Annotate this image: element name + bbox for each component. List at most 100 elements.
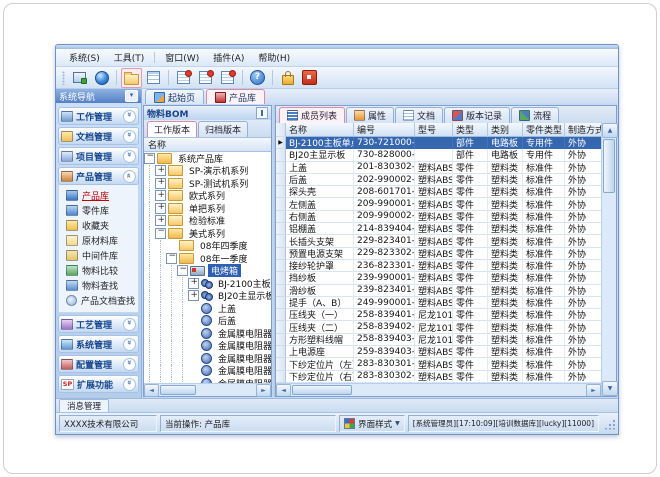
tree-node-17[interactable]: 金属膜电阻器 bbox=[144, 365, 271, 378]
column-header-2[interactable]: 型号 bbox=[415, 123, 453, 137]
table-row[interactable]: 压线夹（二）258-839402-00X尼龙1010零件塑料类标准件外协条 bbox=[276, 321, 601, 333]
expander-minus-icon[interactable] bbox=[155, 228, 166, 239]
expander-plus-icon[interactable] bbox=[155, 203, 166, 214]
expander-plus-icon[interactable] bbox=[188, 290, 199, 301]
tree-node-5[interactable]: 检验标准 bbox=[144, 215, 271, 228]
table-row[interactable]: 铝棚盖214-839404-01X塑料ABS零件塑料类标准件外协条 bbox=[276, 223, 601, 235]
tree-node-15[interactable]: 金属膜电阻器 bbox=[144, 340, 271, 353]
tree-node-3[interactable]: 欧式系列 bbox=[144, 190, 271, 203]
table-row[interactable]: 左侧盖209-990001-01X塑料ABS零件塑料类标准件外协条 bbox=[276, 198, 601, 210]
column-header-3[interactable]: 类型 bbox=[453, 123, 488, 137]
tree-node-2[interactable]: SP-测试机系列 bbox=[144, 177, 271, 190]
expander-minus-icon[interactable] bbox=[177, 265, 188, 276]
scroll-down-icon[interactable]: ▼ bbox=[602, 381, 618, 396]
table-row[interactable]: 上盖201-830302-00X塑料ABS零件塑料类标准件外协条 bbox=[276, 162, 601, 174]
scroll-right-icon[interactable]: ► bbox=[256, 384, 271, 397]
tree-hscroll-thumb[interactable] bbox=[160, 385, 196, 395]
toolbar-button-new-part-icon[interactable] bbox=[195, 68, 216, 88]
table-row[interactable]: BJ20主显示板730-828000-04X部件电路板专用件外协颗 bbox=[276, 149, 601, 161]
sidebar-group-5[interactable]: 系统管理 bbox=[58, 335, 139, 353]
menu-item-2[interactable]: 窗口(W) bbox=[158, 49, 206, 66]
detail-tab-2[interactable]: 文档 bbox=[395, 107, 443, 123]
scroll-up-icon[interactable]: ▲ bbox=[602, 123, 618, 138]
toolbar-button-new-product-icon[interactable] bbox=[173, 68, 194, 88]
table-row[interactable]: 探头壳208-601701-01X塑料ABS零件塑料类标准件外协条 bbox=[276, 186, 601, 198]
sidebar-item-2[interactable]: 收藏夹 bbox=[59, 218, 138, 233]
chevron-down-icon[interactable] bbox=[123, 338, 136, 351]
sidebar-item-5[interactable]: 物料比较 bbox=[59, 263, 138, 278]
message-tab[interactable]: 消息管理 bbox=[59, 399, 109, 412]
chevron-down-icon[interactable] bbox=[123, 130, 136, 143]
tree-node-7[interactable]: 08年四季度 bbox=[144, 240, 271, 253]
tree-node-13[interactable]: 后盖 bbox=[144, 315, 271, 328]
expander-plus-icon[interactable] bbox=[155, 165, 166, 176]
sidebar-item-0[interactable]: 产品库 bbox=[59, 188, 138, 203]
tree-column-header[interactable]: 名称 bbox=[144, 137, 271, 152]
toolbar-button-workspace-icon[interactable] bbox=[69, 68, 90, 88]
table-row[interactable]: 滑纱板239-823401-00X塑料ABS零件塑料类标准件外协条 bbox=[276, 285, 601, 297]
table-row[interactable]: 挡纱板239-990001-01X塑料ABS零件塑料类标准件外协条 bbox=[276, 272, 601, 284]
toolbar-button-help-icon[interactable] bbox=[247, 68, 268, 88]
menu-item-3[interactable]: 插件(A) bbox=[206, 49, 251, 66]
scroll-left-icon[interactable]: ◄ bbox=[144, 384, 159, 397]
tree-node-6[interactable]: 美式系列 bbox=[144, 227, 271, 240]
column-header-6[interactable]: 制造方式 bbox=[565, 123, 601, 137]
table-row[interactable]: 接纱轮护罩236-823301-00X塑料ABS零件塑料类标准件外协条 bbox=[276, 260, 601, 272]
detail-tab-3[interactable]: 版本记录 bbox=[444, 107, 510, 123]
doc-tab-0[interactable]: 起始页 bbox=[145, 89, 204, 104]
menu-item-4[interactable]: 帮助(H) bbox=[251, 49, 297, 66]
sidebar-group-6[interactable]: 配置管理 bbox=[58, 355, 139, 373]
sidebar-item-7[interactable]: 产品文档查找 bbox=[59, 293, 138, 308]
expander-plus-icon[interactable] bbox=[188, 278, 199, 289]
detail-tab-4[interactable]: 流程 bbox=[511, 107, 559, 123]
sidebar-group-1[interactable]: 文档管理 bbox=[58, 127, 139, 145]
tree-node-12[interactable]: 上盖 bbox=[144, 302, 271, 315]
column-header-1[interactable]: 编号 bbox=[354, 123, 415, 137]
menu-item-0[interactable]: 系统(S) bbox=[62, 49, 107, 66]
column-header-5[interactable]: 零件类型 bbox=[523, 123, 565, 137]
table-row[interactable]: 长插头支架229-823401-00X塑料ABS零件塑料类标准件外协条 bbox=[276, 235, 601, 247]
toolbar-button-report-window-icon[interactable] bbox=[143, 68, 164, 88]
expander-plus-icon[interactable] bbox=[155, 190, 166, 201]
toolbar-button-exit-icon[interactable] bbox=[299, 68, 320, 88]
sidebar-options-button[interactable]: ▾ bbox=[125, 90, 138, 102]
toolbar-button-open-folder-icon[interactable] bbox=[121, 68, 142, 88]
table-row[interactable]: 下纱定位片（左）283-830301-00X塑料ABS零件塑料类标准件外协条 bbox=[276, 358, 601, 370]
scroll-right-icon[interactable]: ► bbox=[586, 384, 601, 396]
column-header-0[interactable]: 名称 bbox=[286, 123, 354, 137]
table-row[interactable]: 方形塑料线帽258-839403-00X尼龙1010零件塑料类标准件外协条 bbox=[276, 334, 601, 346]
expander-minus-icon[interactable] bbox=[144, 153, 155, 164]
tree-node-16[interactable]: 金属膜电阻器 bbox=[144, 352, 271, 365]
sidebar-group-0[interactable]: 工作管理 bbox=[58, 107, 139, 125]
tree-node-1[interactable]: SP-演示机系列 bbox=[144, 165, 271, 178]
tree-node-14[interactable]: 金属膜电阻器 bbox=[144, 327, 271, 340]
detail-tab-0[interactable]: 成员列表 bbox=[279, 107, 345, 123]
table-row[interactable]: 右侧盖209-990002-01X塑料ABS零件塑料类标准件外协条 bbox=[276, 211, 601, 223]
table-vertical-scrollbar[interactable]: ▲ ▼ bbox=[601, 123, 616, 396]
chevron-down-icon[interactable] bbox=[123, 150, 136, 163]
toolbar-button-globe-icon[interactable] bbox=[91, 68, 112, 88]
doc-tab-1[interactable]: 产品库 bbox=[206, 89, 265, 104]
sidebar-group-3[interactable]: 产品管理 bbox=[58, 167, 139, 185]
toolbar-button-new-doc-icon[interactable] bbox=[217, 68, 238, 88]
table-vscroll-thumb[interactable] bbox=[603, 139, 615, 193]
expander-minus-icon[interactable] bbox=[166, 253, 177, 264]
table-row[interactable]: ▶BJ-2100主板单点730-721000-12X部件电路板专用件外协颗 bbox=[276, 137, 601, 149]
tree-node-9[interactable]: 电烤箱 bbox=[144, 265, 271, 278]
tree-node-8[interactable]: 08年一季度 bbox=[144, 252, 271, 265]
expander-plus-icon[interactable] bbox=[155, 215, 166, 226]
table-row[interactable]: 下纱定位片（右）283-830302-00X塑料ABS零件塑料类标准件外协条 bbox=[276, 371, 601, 383]
column-header-4[interactable]: 类别 bbox=[488, 123, 523, 137]
pin-icon[interactable] bbox=[256, 107, 268, 119]
sidebar-item-4[interactable]: 中间件库 bbox=[59, 248, 138, 263]
scroll-left-icon[interactable]: ◄ bbox=[276, 384, 291, 396]
sidebar-item-3[interactable]: 原材料库 bbox=[59, 233, 138, 248]
version-tab-0[interactable]: 工作版本 bbox=[147, 121, 197, 137]
sidebar-group-2[interactable]: 项目管理 bbox=[58, 147, 139, 165]
table-hscroll-thumb[interactable] bbox=[292, 385, 352, 395]
table-row[interactable]: 上电源座259-839403-00X塑料ABS零件塑料类标准件外协条 bbox=[276, 346, 601, 358]
chevron-down-icon[interactable] bbox=[123, 318, 136, 331]
ui-style-dropdown[interactable]: 界面样式 ▼ bbox=[339, 415, 405, 432]
tree-horizontal-scrollbar[interactable]: ◄ ► bbox=[144, 383, 271, 396]
table-row[interactable]: 压线夹（一）258-839401-00X尼龙1010零件塑料类标准件外协条 bbox=[276, 309, 601, 321]
